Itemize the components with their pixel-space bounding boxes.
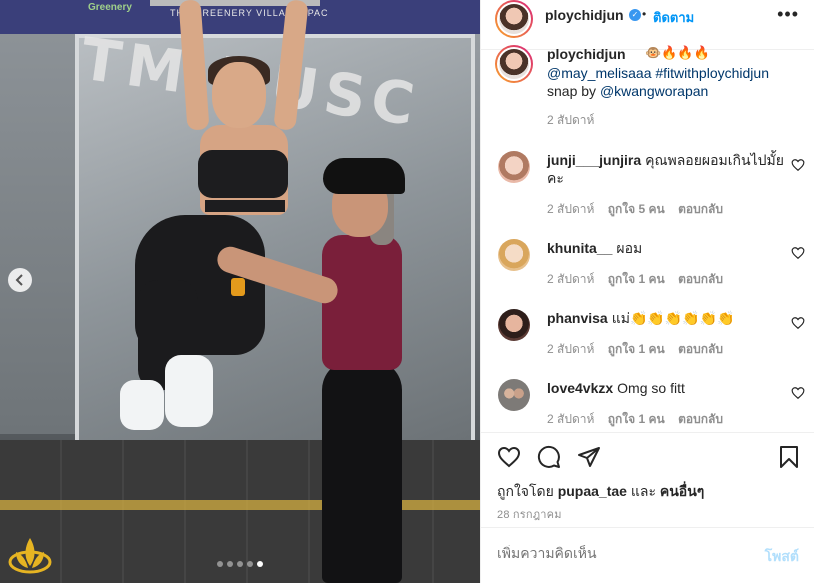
- comment-username[interactable]: phanvisa: [547, 310, 608, 326]
- carousel-dot[interactable]: [217, 561, 223, 567]
- post-header: ploychidjun ✓ • ติดตาม •••: [481, 0, 814, 50]
- comment-likes[interactable]: ถูกใจ 1 คน: [608, 272, 665, 286]
- comment-body: แม่👏👏👏👏👏👏: [611, 310, 735, 326]
- comment-avatar[interactable]: [498, 151, 530, 183]
- comment-body: Omg so fitt: [617, 380, 685, 396]
- comment-meta: 2 สัปดาห์ ถูกใจ 5 คน ตอบกลับ: [547, 200, 733, 219]
- comment-like-heart-icon[interactable]: [791, 316, 805, 330]
- comment-time[interactable]: 2 สัปดาห์: [547, 342, 594, 356]
- heart-icon[interactable]: [497, 445, 521, 469]
- comment-like-heart-icon[interactable]: [791, 158, 805, 172]
- comment-text: phanvisa แม่👏👏👏👏👏👏: [547, 309, 787, 327]
- trainer-wristband: [231, 278, 245, 296]
- likes-summary[interactable]: ถูกใจโดย pupaa_tae และ คนอื่นๆ: [497, 481, 704, 503]
- comment-username[interactable]: khunita__: [547, 240, 612, 256]
- comment-time[interactable]: 2 สัปดาห์: [547, 202, 594, 216]
- comment-reply-button[interactable]: ตอบกลับ: [678, 272, 723, 286]
- carousel-dot[interactable]: [227, 561, 233, 567]
- likes-user[interactable]: pupaa_tae: [558, 483, 627, 499]
- likes-prefix: ถูกใจโดย: [497, 483, 554, 499]
- separator: •: [642, 7, 647, 21]
- chevron-left-icon: [15, 274, 23, 286]
- comment-likes[interactable]: ถูกใจ 1 คน: [608, 342, 665, 356]
- avatar: [499, 4, 529, 34]
- comment-likes[interactable]: ถูกใจ 1 คน: [608, 412, 665, 426]
- comment-icon[interactable]: [537, 445, 561, 469]
- comment-likes[interactable]: ถูกใจ 5 คน: [608, 202, 665, 216]
- author-username[interactable]: ploychidjun: [545, 7, 624, 23]
- caption-credit: snap by @kwangworapan: [547, 83, 708, 99]
- carousel-dot[interactable]: [237, 561, 243, 567]
- floor-stripe: [0, 500, 480, 510]
- comment-input[interactable]: [497, 545, 737, 561]
- post-comment-button[interactable]: โพสต์: [765, 546, 799, 568]
- comment-item: phanvisa แม่👏👏👏👏👏👏 2 สัปดาห์ ถูกใจ 1 คน ต…: [481, 308, 814, 378]
- add-comment-bar: โพสต์: [481, 527, 814, 583]
- comment-text: khunita__ ผอม: [547, 239, 787, 257]
- comment-item: junji___junjira คุณพลอยผอมเกินไปมั้ยคะ 2 …: [481, 150, 814, 220]
- athlete-sports-top: [198, 150, 288, 198]
- comment-meta: 2 สัปดาห์ ถูกใจ 1 คน ตอบกลับ: [547, 410, 733, 429]
- comment-meta: 2 สัปดาห์ ถูกใจ 1 คน ตอบกลับ: [547, 270, 733, 289]
- likes-others[interactable]: คนอื่นๆ: [660, 483, 704, 499]
- comment-time[interactable]: 2 สัปดาห์: [547, 272, 594, 286]
- comment-meta: 2 สัปดาห์ ถูกใจ 1 คน ตอบกลับ: [547, 340, 733, 359]
- caption-credit-prefix: snap by: [547, 83, 597, 99]
- comment-avatar[interactable]: [498, 309, 530, 341]
- trainer-cap: [323, 158, 405, 194]
- comment-body: ผอม: [616, 240, 643, 256]
- carousel-dot[interactable]: [247, 561, 253, 567]
- caption-avatar-ring[interactable]: [495, 45, 533, 83]
- comment-avatar[interactable]: [498, 239, 530, 271]
- post-photo[interactable]: Greenery THE GREENERY VILLA ON PAC TM.HU…: [0, 0, 480, 583]
- post-panel: ploychidjun ✓ • ติดตาม ••• ploychidjun 🐵…: [480, 0, 814, 583]
- athlete-head: [212, 62, 266, 128]
- comment-avatar[interactable]: [498, 379, 530, 411]
- carousel-dot-active[interactable]: [257, 561, 263, 567]
- athlete-shoe: [165, 355, 213, 427]
- avatar: [499, 49, 529, 79]
- trainer-tank-top: [322, 235, 402, 370]
- comment-like-heart-icon[interactable]: [791, 386, 805, 400]
- comment-text: love4vkzx Omg so fitt: [547, 379, 787, 397]
- athlete-shoe: [120, 380, 164, 430]
- comment-time[interactable]: 2 สัปดาห์: [547, 412, 594, 426]
- trainer-legs: [322, 360, 402, 583]
- comment-reply-button[interactable]: ตอบกลับ: [678, 202, 723, 216]
- follow-button[interactable]: ติดตาม: [653, 7, 694, 28]
- comment-text: junji___junjira คุณพลอยผอมเกินไปมั้ยคะ: [547, 151, 787, 187]
- comment-reply-button[interactable]: ตอบกลับ: [678, 412, 723, 426]
- comment-username[interactable]: junji___junjira: [547, 152, 641, 168]
- athlete-waistband: [205, 200, 285, 212]
- sponsor-text: Greenery: [88, 2, 132, 13]
- carousel-indicator: [217, 561, 263, 567]
- more-options-icon[interactable]: •••: [777, 4, 799, 25]
- likes-and: และ: [630, 483, 656, 499]
- caption-tags[interactable]: @may_melisaaa #fitwithploychidjun: [547, 65, 769, 81]
- caption-username[interactable]: ploychidjun: [547, 46, 626, 62]
- comment-reply-button[interactable]: ตอบกลับ: [678, 342, 723, 356]
- caption-credit-link[interactable]: @kwangworapan: [600, 83, 708, 99]
- caption-time[interactable]: 2 สัปดาห์: [547, 111, 594, 130]
- post-caption: ploychidjun 🐵🔥🔥🔥 @may_melisaaa #fitwithp…: [481, 45, 814, 135]
- author-avatar-ring[interactable]: [495, 0, 533, 38]
- carousel-prev-button[interactable]: [8, 268, 32, 292]
- post-date[interactable]: 28 กรกฎาคม: [497, 505, 562, 523]
- verified-badge-icon: ✓: [629, 9, 641, 21]
- comment-item: khunita__ ผอม 2 สัปดาห์ ถูกใจ 1 คน ตอบกลั…: [481, 238, 814, 308]
- comment-username[interactable]: love4vkzx: [547, 380, 613, 396]
- share-icon[interactable]: [577, 445, 601, 469]
- watermark-logo: [8, 538, 52, 574]
- wall: [0, 34, 75, 434]
- caption-emoji: 🐵🔥🔥🔥: [645, 45, 710, 60]
- post-actions: ถูกใจโดย pupaa_tae และ คนอื่นๆ 28 กรกฎาค…: [481, 432, 814, 527]
- comment-like-heart-icon[interactable]: [791, 246, 805, 260]
- bookmark-icon[interactable]: [777, 445, 801, 469]
